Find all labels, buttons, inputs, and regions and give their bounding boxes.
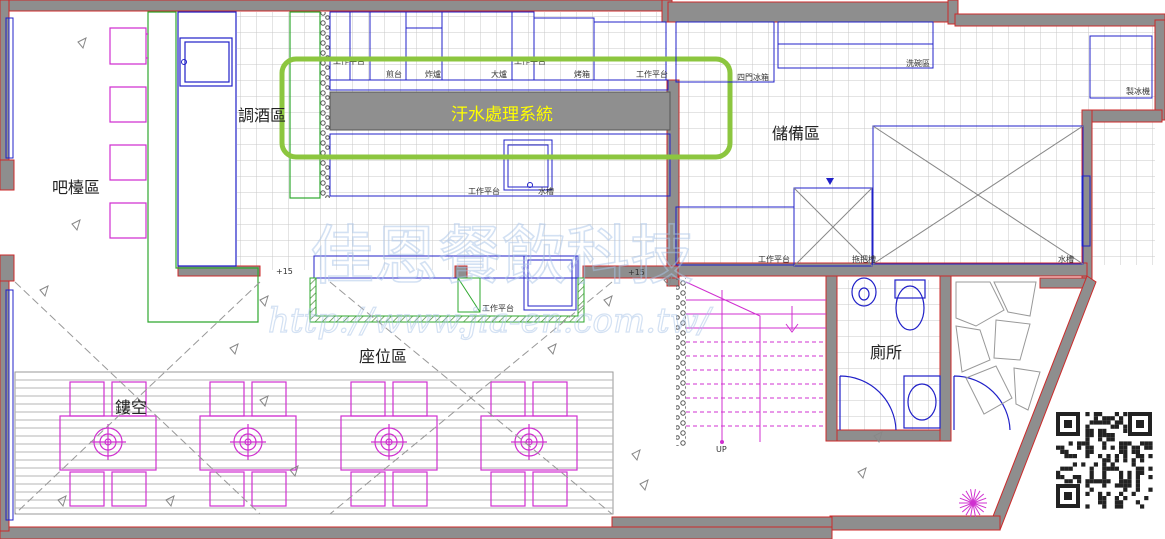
dining-chair [532,471,568,507]
dining-chair [350,471,386,507]
dining-chair [251,381,287,417]
stair-up-label: UP [716,445,727,454]
zone-seating-label: 座位區 [359,347,407,366]
zone-bartending-label: 調酒區 [238,106,286,125]
garden-stones [955,281,1041,415]
zone-bar-label: 吧檯區 [52,178,100,197]
dining-chair [251,471,287,507]
label-work-counter-d: 工作平台 [468,186,500,196]
dining-chair [209,381,245,417]
label-dishwasher: 洗碗區 [906,58,930,68]
dining-chair [69,381,105,417]
dining-chair [490,381,526,417]
label-fryer: 煎台 [386,69,402,79]
label-sink: 水槽 [538,186,554,196]
label-oven: 烤箱 [574,69,590,79]
label-fridge: 四門冰箱 [737,72,769,82]
bar-sink-drain [181,59,187,65]
zone-void-label: 鏤空 [115,398,147,417]
dining-chair [392,471,428,507]
dining-chair [111,471,147,507]
dining-chair [69,471,105,507]
level-mark-left: +15 [276,267,293,276]
dining-chair [209,471,245,507]
watermark-text: 佳恩餐飲科技 [310,220,694,294]
dining-chair [532,381,568,417]
zone-restroom-label: 廁所 [870,343,902,362]
watermark: 佳恩餐飲科技 http://www.jia-en.com.tw/ [267,219,714,341]
label-wok-stove: 大爐 [491,69,507,79]
label-work-counter-f: 工作平台 [758,254,790,264]
label-mop-sink: 拖把槽 [852,254,876,264]
highlight-label: 汙水處理系統 [451,105,553,125]
watermark-url: http://www.jia-en.com.tw/ [268,301,714,341]
pebble-strip-kitchen [320,12,330,198]
dining-chair [350,381,386,417]
label-work-counter-c: 工作平台 [636,69,668,79]
plant-icon [959,489,987,517]
label-griddle: 炸爐 [425,69,441,79]
zone-storage-label: 儲備區 [772,124,820,143]
bar-stools [109,27,148,239]
label-ice-maker: 製冰機 [1126,86,1150,96]
dining-chair [392,381,428,417]
floor-plan: 工作平台 煎台 炸爐 大爐 工作平台 烤箱 工作平台 工作平台 水槽 汙水處理系… [0,0,1165,539]
label-sink-b: 水槽 [1058,254,1074,264]
qr-code [1054,410,1154,510]
dining-chair [490,471,526,507]
